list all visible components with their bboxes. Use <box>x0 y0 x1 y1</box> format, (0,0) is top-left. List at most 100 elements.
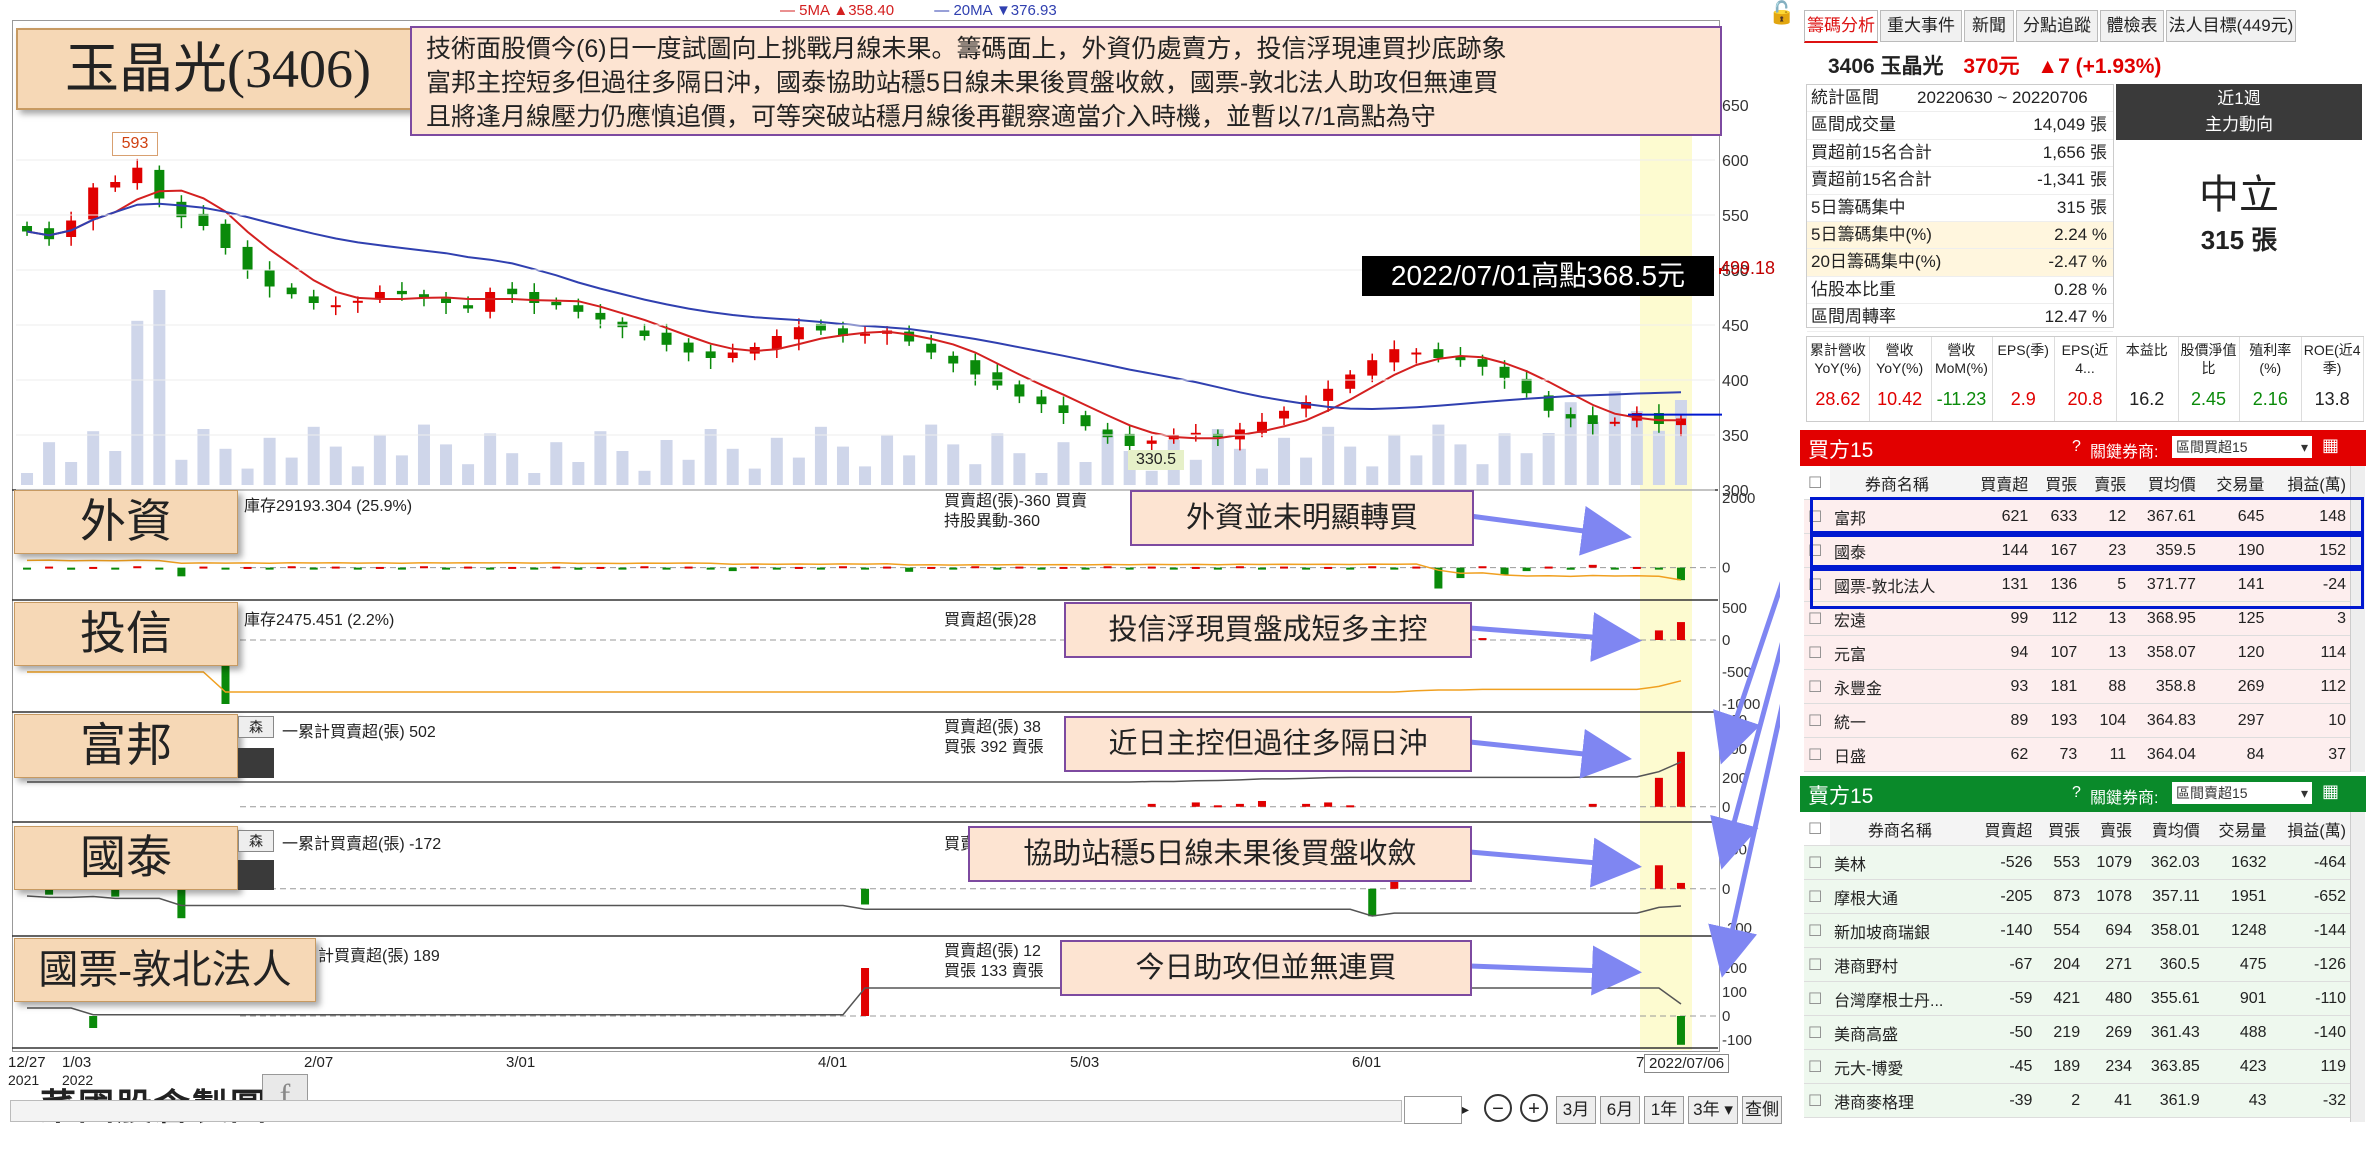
row-checkbox[interactable]: ☐ <box>1804 981 1830 1016</box>
volume-bar <box>1388 435 1401 485</box>
range-3m-button[interactable]: 3月 <box>1556 1096 1596 1124</box>
tab-news[interactable]: 新聞 <box>1964 10 2014 42</box>
help-icon[interactable]: ? <box>2072 784 2081 802</box>
column-header: 買張 <box>2036 812 2085 846</box>
table-row[interactable]: ☐ 統一 89 193 104 364.83 297 10 <box>1804 703 2350 738</box>
zoom-out-icon[interactable]: − <box>1484 1094 1512 1122</box>
sell-title: 賣方15 <box>1808 785 1874 808</box>
stats-row: 區間成交量 14,049 張 <box>1807 112 2113 140</box>
candle-body <box>1345 374 1356 389</box>
foreign-netbuy-line1: 買賣超(張)-360 買賣 <box>944 493 1088 510</box>
row-checkbox[interactable]: ☐ <box>1804 1083 1830 1118</box>
high-callout: 2022/07/01高點368.5元 <box>1362 256 1714 296</box>
table-row[interactable]: ☐ 港商麥格理 -39 2 41 361.9 43 -32 <box>1804 1083 2350 1118</box>
candle-body <box>1124 433 1135 446</box>
volume-bar <box>638 470 651 485</box>
volume-bar <box>881 435 894 485</box>
tab-target-price[interactable]: 法人目標(449元) <box>2166 10 2296 42</box>
query-button[interactable]: 查側 <box>1742 1096 1782 1124</box>
netbuy-bar <box>1302 803 1311 807</box>
table-cell: 901 <box>2203 981 2271 1016</box>
range-6m-button[interactable]: 6月 <box>1600 1096 1640 1124</box>
netbuy-bar <box>1346 567 1355 570</box>
candle-body <box>463 305 474 309</box>
tab-major-events[interactable]: 重大事件 <box>1880 10 1962 42</box>
candle-body <box>1587 415 1598 424</box>
table-row[interactable]: ☐ 美商高盛 -50 219 269 361.43 488 -140 <box>1804 1015 2350 1050</box>
row-checkbox[interactable]: ☐ <box>1804 913 1830 948</box>
grid-icon[interactable]: ▦ <box>2322 781 2339 802</box>
netbuy-bar <box>772 567 781 570</box>
volume-bar <box>1366 466 1379 485</box>
table-row[interactable]: ☐ 摩根大通 -205 873 1078 357.11 1951 -652 <box>1804 879 2350 914</box>
volume-bar <box>484 433 497 485</box>
panel-label-fubon: 富邦 <box>14 714 238 778</box>
tab-chip-analysis[interactable]: 籌碼分析 <box>1804 10 1878 43</box>
range-1y-button[interactable]: 1年 <box>1644 1096 1684 1124</box>
table-cell: 104 <box>2081 703 2131 738</box>
tab-branch-tracking[interactable]: 分點追蹤 <box>2016 10 2098 42</box>
table-cell: 189 <box>2036 1049 2085 1084</box>
sell-scrollbar[interactable] <box>2350 812 2365 1122</box>
callout-fubon: 近日主控但過往多隔日沖 <box>1064 716 1472 772</box>
bottom-scrollbar[interactable] <box>10 1100 1402 1122</box>
table-row[interactable]: ☐ 美林 -526 553 1079 362.03 1632 -464 <box>1804 845 2350 880</box>
sell-filter-select[interactable]: 區間賣超15 ▾ <box>2172 782 2312 804</box>
metric-value: 28.62 <box>1815 389 1861 409</box>
broker-name: 美林 <box>1830 845 1970 880</box>
table-cell: -45 <box>1969 1049 2037 1084</box>
panel-label-pbl: 國票-敦北法人 <box>14 938 316 1002</box>
fubon-small-button[interactable]: 森 <box>238 716 274 738</box>
range-3y-button[interactable]: 3年 ▾ <box>1688 1096 1738 1124</box>
table-row[interactable]: ☐ 永豐金 93 181 88 358.8 269 112 <box>1804 669 2350 704</box>
help-icon[interactable]: ? <box>2072 438 2081 456</box>
row-checkbox[interactable]: ☐ <box>1804 1015 1830 1050</box>
metric-value: 2.9 <box>2010 389 2036 409</box>
volume-bar <box>704 429 717 485</box>
netbuy-bar <box>67 567 76 570</box>
metric-cell: 營收YoY(%) 10.42 <box>1869 337 1932 421</box>
x-label-2: 1/03 <box>62 1054 92 1071</box>
table-row[interactable]: ☐ 港商野村 -67 204 271 360.5 475 -126 <box>1804 947 2350 982</box>
broker-name: 摩根大通 <box>1830 879 1970 914</box>
stats-label: 賣超前15名合計 <box>1811 170 1932 190</box>
table-row[interactable]: ☐ 元大-博愛 -45 189 234 363.85 423 119 <box>1804 1049 2350 1084</box>
volume-bar <box>748 468 761 485</box>
row-checkbox[interactable]: ☐ <box>1804 879 1830 914</box>
lock-icon[interactable]: 🔓 <box>1768 0 1795 26</box>
row-checkbox[interactable]: ☐ <box>1804 669 1830 704</box>
netbuy-bar <box>287 566 296 569</box>
table-row[interactable]: ☐ 元富 94 107 13 358.07 120 114 <box>1804 635 2350 670</box>
stock-change: ▲7 (+1.93%) <box>2037 55 2162 78</box>
row-checkbox[interactable]: ☐ <box>1804 635 1830 670</box>
netbuy-bar <box>1037 567 1046 570</box>
table-row[interactable]: ☐ 新加坡商瑞銀 -140 554 694 358.01 1248 -144 <box>1804 913 2350 948</box>
panel-label-cathay: 國泰 <box>14 826 238 890</box>
zoom-in-icon[interactable]: + <box>1520 1094 1548 1122</box>
netbuy-bar <box>993 567 1002 570</box>
netbuy-bar <box>464 566 473 569</box>
netbuy-bar <box>397 567 406 570</box>
row-checkbox[interactable]: ☐ <box>1804 703 1830 738</box>
zoom-input[interactable] <box>1404 1096 1462 1124</box>
netbuy-bar <box>1103 566 1112 569</box>
row-checkbox[interactable]: ☐ <box>1804 845 1830 880</box>
metric-value: 2.45 <box>2191 389 2227 409</box>
row-checkbox[interactable]: ☐ <box>1804 947 1830 982</box>
table-row[interactable]: ☐ 日盛 62 73 11 364.04 84 37 <box>1804 737 2350 772</box>
volume-bar <box>1145 470 1158 485</box>
buy-filter-select[interactable]: 區間買超15 ▾ <box>2172 436 2312 458</box>
table-cell: -126 <box>2270 947 2350 982</box>
table-cell: 480 <box>2084 981 2137 1016</box>
table-cell: -39 <box>1969 1083 2037 1118</box>
table-row[interactable]: ☐ 台灣摩根士丹... -59 421 480 355.61 901 -110 <box>1804 981 2350 1016</box>
grid-icon[interactable]: ▦ <box>2322 435 2339 456</box>
row-checkbox[interactable]: ☐ <box>1804 1049 1830 1084</box>
candle-body <box>1279 410 1290 419</box>
scroll-right-icon[interactable]: ▸ <box>1462 1096 1478 1122</box>
cathay-small-button[interactable]: 森 <box>238 830 274 852</box>
netbuy-bar <box>728 567 737 572</box>
row-checkbox[interactable]: ☐ <box>1804 737 1830 772</box>
tab-health-check[interactable]: 體檢表 <box>2100 10 2164 42</box>
metric-cell: EPS(季) 2.9 <box>1992 337 2056 421</box>
